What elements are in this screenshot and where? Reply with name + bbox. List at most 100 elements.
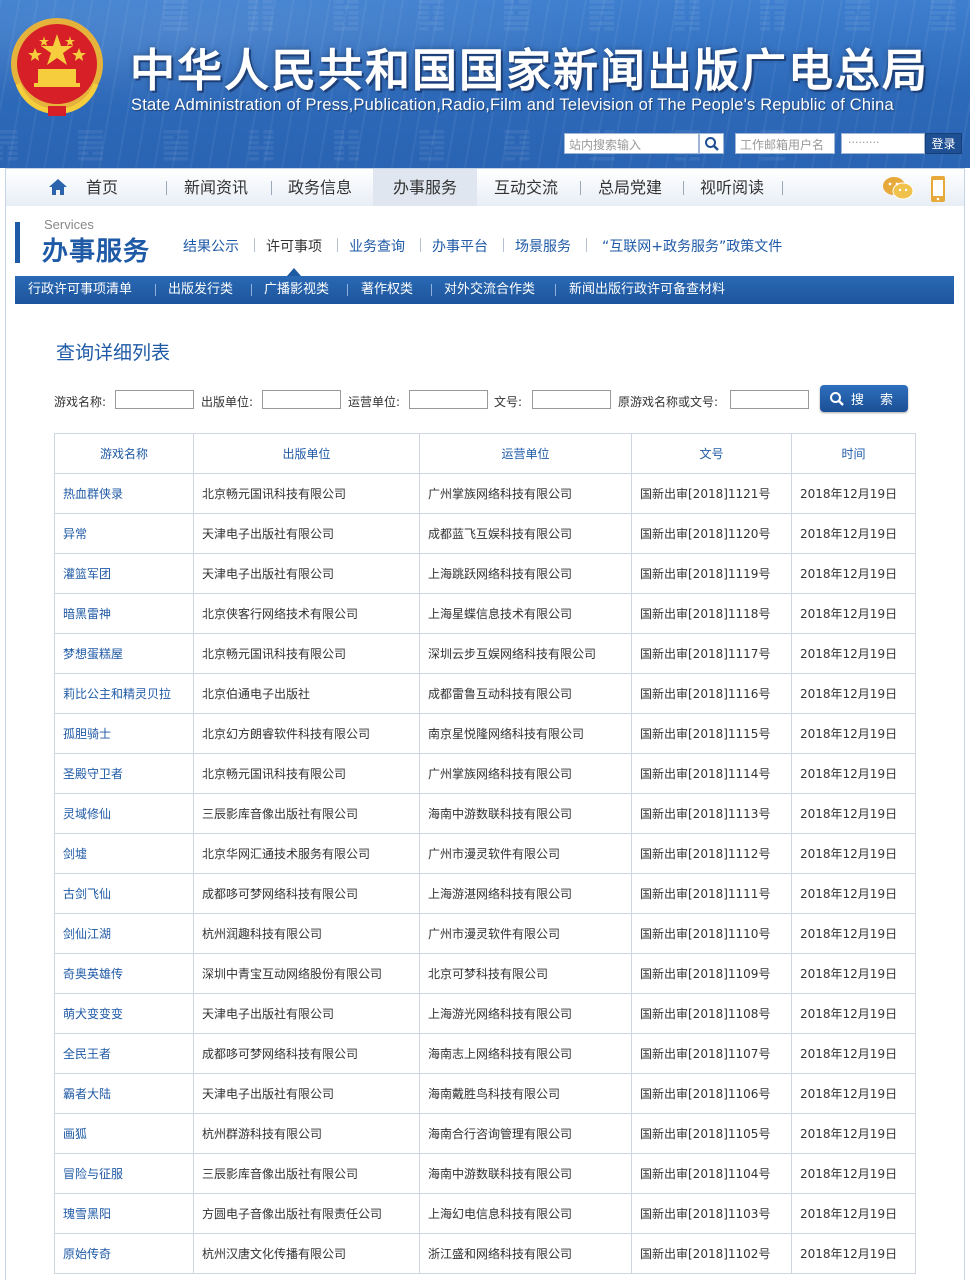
operator-cell: 浙江盛和网络科技有限公司	[419, 1233, 632, 1274]
doc-no-cell: 国新出审[2018]1118号	[631, 593, 792, 634]
operator-cell: 广州掌族网络科技有限公司	[419, 473, 632, 514]
operator-cell: 广州掌族网络科技有限公司	[419, 753, 632, 794]
table-row: 灵域修仙 三辰影库音像出版社有限公司 海南中游数联科技有限公司 国新出审[2018]1…	[54, 793, 916, 834]
table-row: 霸者大陆 天津电子出版社有限公司 海南戴胜鸟科技有限公司 国新出审[2018]1106…	[54, 1073, 916, 1114]
banner-texture: ䷀ ䷁ ䷂ ䷃ ䷄ ䷅ ䷆ ䷇ ䷈ ䷉ ䷊	[160, 0, 970, 34]
doc-no-cell: 国新出审[2018]1117号	[631, 633, 792, 674]
nav-item-home[interactable]: 首页	[72, 169, 132, 207]
publisher-cell: 北京畅元国讯科技有限公司	[193, 753, 420, 794]
table-row: 奇奥英雄传 深圳中青宝互动网络股份有限公司 北京可梦科技有限公司 国新出审[2018]…	[54, 953, 916, 994]
tab-internet-policy-docs[interactable]: “互联网+政务服务”政策文件	[602, 236, 782, 256]
doc-no-cell: 国新出审[2018]1115号	[631, 713, 792, 754]
query-button[interactable]: 搜 索	[820, 385, 908, 412]
category-license-list[interactable]: 行政许可事项清单	[28, 276, 132, 304]
publisher-cell: 天津电子出版社有限公司	[193, 1073, 420, 1114]
game-name-cell[interactable]: 孤胆骑士	[54, 713, 194, 754]
operator-cell: 成都雷鲁互动科技有限公司	[419, 673, 632, 714]
date-cell: 2018年12月19日	[791, 1233, 916, 1274]
filter-label-doc-no: 文号:	[494, 395, 523, 409]
site-search-input[interactable]: 站内搜索输入	[564, 133, 699, 154]
nav-divider	[166, 181, 167, 195]
game-name-cell[interactable]: 圣殿守卫者	[54, 753, 194, 794]
nav-item-audiovisual[interactable]: 视听阅读	[694, 169, 770, 207]
game-name-cell[interactable]: 剑仙江湖	[54, 913, 194, 954]
nav-item-news[interactable]: 新闻资讯	[178, 169, 254, 207]
publisher-cell: 杭州润趣科技有限公司	[193, 913, 420, 954]
doc-no-cell: 国新出审[2018]1111号	[631, 873, 792, 914]
game-name-cell[interactable]: 原始传奇	[54, 1233, 194, 1274]
operator-cell: 海南合行咨询管理有限公司	[419, 1113, 632, 1154]
national-emblem-icon[interactable]	[8, 14, 106, 118]
nav-item-government-info[interactable]: 政务信息	[282, 169, 358, 207]
game-name-cell[interactable]: 灌篮军团	[54, 553, 194, 594]
category-reference-materials[interactable]: 新闻出版行政许可备查材料	[569, 276, 725, 304]
date-cell: 2018年12月19日	[791, 673, 916, 714]
operator-input[interactable]	[409, 390, 488, 409]
tab-results-publicity[interactable]: 结果公示	[183, 236, 239, 256]
nav-item-services[interactable]: 办事服务	[373, 169, 477, 207]
game-name-cell[interactable]: 暗黑雷神	[54, 593, 194, 634]
mobile-client-icon[interactable]	[928, 175, 948, 203]
game-name-cell[interactable]: 古剑飞仙	[54, 873, 194, 914]
nav-item-interaction[interactable]: 互动交流	[488, 169, 564, 207]
publisher-cell: 杭州群游科技有限公司	[193, 1113, 420, 1154]
category-broadcast-film[interactable]: 广播影视类	[264, 276, 329, 304]
game-name-cell[interactable]: 全民王者	[54, 1033, 194, 1074]
publisher-cell: 天津电子出版社有限公司	[193, 553, 420, 594]
category-copyright[interactable]: 著作权类	[361, 276, 413, 304]
mail-password-input[interactable]: ·········	[841, 133, 925, 154]
doc-no-cell: 国新出审[2018]1103号	[631, 1193, 792, 1234]
doc-no-cell: 国新出审[2018]1105号	[631, 1113, 792, 1154]
column-header-doc-no: 文号	[631, 433, 792, 474]
date-cell: 2018年12月19日	[791, 513, 916, 554]
game-name-cell[interactable]: 异常	[54, 513, 194, 554]
game-name-cell[interactable]: 剑墟	[54, 833, 194, 874]
game-name-cell[interactable]: 霸者大陆	[54, 1073, 194, 1114]
publisher-cell: 北京华网汇通技术服务有限公司	[193, 833, 420, 874]
publisher-cell: 杭州汉唐文化传播有限公司	[193, 1233, 420, 1274]
table-row: 热血群侠录 北京畅元国讯科技有限公司 广州掌族网络科技有限公司 国新出审[2018]1…	[54, 473, 916, 514]
home-icon[interactable]	[48, 178, 68, 196]
tab-business-query[interactable]: 业务查询	[349, 236, 405, 256]
table-row: 异常 天津电子出版社有限公司 成都蓝飞互娱科技有限公司 国新出审[2018]1120号…	[54, 513, 916, 554]
login-button[interactable]: 登录	[925, 133, 962, 154]
nav-item-party-building[interactable]: 总局党建	[592, 169, 668, 207]
column-header-publisher: 出版单位	[193, 433, 420, 474]
game-name-cell[interactable]: 梦想蛋糕屋	[54, 633, 194, 674]
tab-licensing-items[interactable]: 许可事项	[266, 236, 322, 256]
operator-cell: 广州市漫灵软件有限公司	[419, 833, 632, 874]
category-bar: 行政许可事项清单 出版发行类 广播影视类 著作权类 对外交流合作类 新闻出版行政…	[15, 276, 954, 304]
game-name-cell[interactable]: 热血群侠录	[54, 473, 194, 514]
game-name-cell[interactable]: 灵域修仙	[54, 793, 194, 834]
category-publishing[interactable]: 出版发行类	[168, 276, 233, 304]
tab-scenario-services[interactable]: 场景服务	[515, 236, 571, 256]
publisher-cell: 成都哆可梦网络科技有限公司	[193, 873, 420, 914]
publisher-input[interactable]	[262, 390, 341, 409]
game-name-cell[interactable]: 萌犬变变变	[54, 993, 194, 1034]
filter-label-publisher: 出版单位:	[201, 395, 254, 409]
publisher-cell: 深圳中青宝互动网络股份有限公司	[193, 953, 420, 994]
operator-cell: 北京可梦科技有限公司	[419, 953, 632, 994]
wechat-icon[interactable]	[882, 175, 914, 201]
original-name-input[interactable]	[730, 390, 809, 409]
operator-cell: 海南戴胜鸟科技有限公司	[419, 1073, 632, 1114]
date-cell: 2018年12月19日	[791, 953, 916, 994]
doc-no-input[interactable]	[532, 390, 611, 409]
table-row: 莉比公主和精灵贝拉 北京伯通电子出版社 成都雷鲁互动科技有限公司 国新出审[2018]…	[54, 673, 916, 714]
game-name-input[interactable]	[115, 390, 194, 409]
tab-service-platform[interactable]: 办事平台	[432, 236, 488, 256]
game-name-cell[interactable]: 瑰雪黑阳	[54, 1193, 194, 1234]
game-name-cell[interactable]: 冒险与征服	[54, 1153, 194, 1194]
category-foreign-exchange[interactable]: 对外交流合作类	[444, 276, 535, 304]
doc-no-cell: 国新出审[2018]1119号	[631, 553, 792, 594]
site-search-button[interactable]	[699, 133, 724, 154]
game-name-cell[interactable]: 画狐	[54, 1113, 194, 1154]
game-name-cell[interactable]: 莉比公主和精灵贝拉	[54, 673, 194, 714]
game-name-cell[interactable]: 奇奥英雄传	[54, 953, 194, 994]
main-nav: 首页 新闻资讯 政务信息 办事服务 互动交流 总局党建 视听阅读	[5, 168, 965, 207]
date-cell: 2018年12月19日	[791, 633, 916, 674]
doc-no-cell: 国新出审[2018]1121号	[631, 473, 792, 514]
nav-divider	[683, 181, 684, 195]
doc-no-cell: 国新出审[2018]1114号	[631, 753, 792, 794]
mail-username-input[interactable]: 工作邮箱用户名	[735, 133, 835, 154]
